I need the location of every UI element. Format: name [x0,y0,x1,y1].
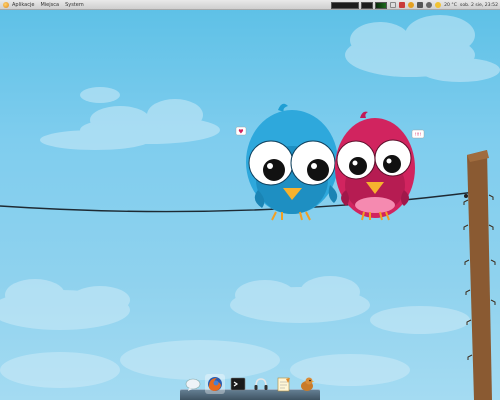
exclaim-speech-bubble: !!!! [411,129,425,139]
dock-item-music[interactable] [253,376,269,392]
dock-item-pidgin[interactable] [299,376,315,392]
network-icon[interactable] [417,2,424,8]
desktop: ♥ !!!! Aplikacje Miejsca System 20 °C so… [0,0,500,400]
firefox-icon [208,377,222,391]
wallpaper: ♥ !!!! [0,15,500,400]
main-menu: Aplikacje Miejsca System [0,0,90,10]
clouds [0,15,500,388]
cpu-monitor[interactable] [331,1,360,9]
volume-icon[interactable] [426,2,433,8]
dock-item-chat[interactable] [185,376,201,392]
dock [180,373,320,400]
menu-system[interactable]: System [65,0,84,10]
distro-logo-icon[interactable] [3,1,9,8]
user-icon[interactable] [408,2,415,8]
headphones-icon [254,378,268,390]
svg-text:♥: ♥ [238,129,243,136]
notepad-icon [277,377,290,392]
dock-item-firefox[interactable] [205,374,225,394]
weather-icon[interactable] [435,2,442,8]
system-tray: 20 °C sob. 2 sie, 23:52 [329,0,498,10]
network-monitor[interactable] [375,1,388,9]
memory-monitor[interactable] [361,1,374,9]
speech-bubble-icon [185,378,201,391]
clock[interactable]: sob. 2 sie, 23:52 [460,3,498,8]
window-list-icon[interactable] [390,2,397,8]
blue-bird [246,103,338,221]
pidgin-icon [301,377,315,391]
utility-pole [463,150,496,400]
svg-text:!!!!: !!!! [415,132,421,137]
dock-item-notes[interactable] [276,376,292,392]
heart-speech-bubble: ♥ [235,126,247,136]
terminal-icon [230,377,246,391]
pink-bird [335,111,415,221]
menu-applications[interactable]: Aplikacje [12,0,34,10]
dock-item-terminal[interactable] [230,376,246,392]
menu-places[interactable]: Miejsca [40,0,59,10]
temperature[interactable]: 20 °C [444,3,457,8]
top-panel: Aplikacje Miejsca System 20 °C sob. 2 si… [0,0,500,10]
updates-icon[interactable] [399,2,406,8]
